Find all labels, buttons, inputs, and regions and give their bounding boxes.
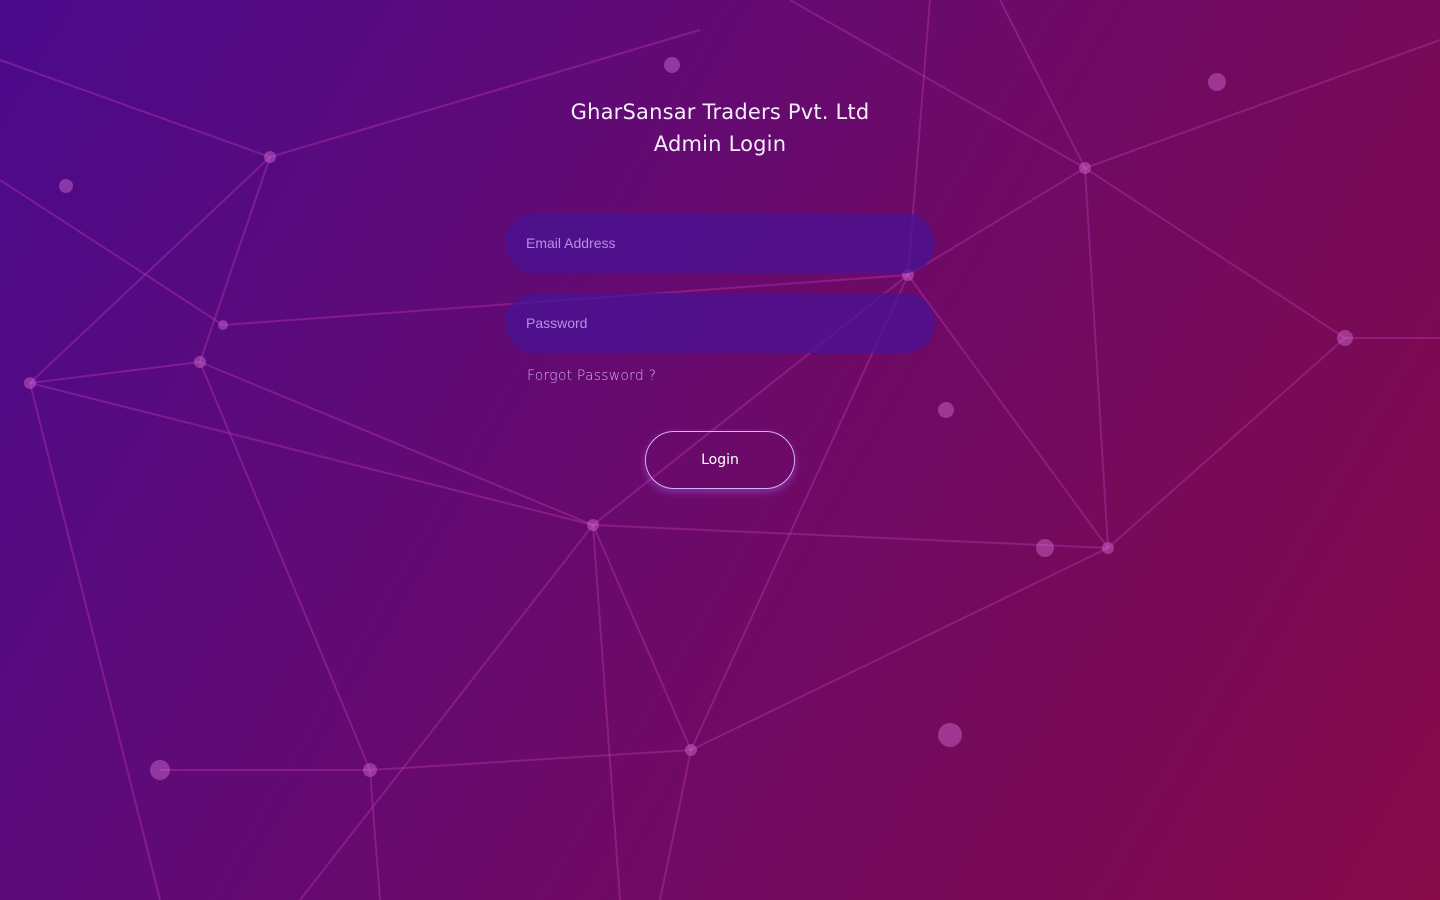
- company-name: GharSansar Traders Pvt. Ltd: [570, 100, 870, 124]
- email-field[interactable]: [505, 213, 935, 273]
- forgot-password-link[interactable]: Forgot Password ?: [527, 368, 656, 384]
- login-button[interactable]: Login: [645, 431, 795, 489]
- page-title: GharSansar Traders Pvt. Ltd Admin Login: [0, 96, 1440, 160]
- login-panel: GharSansar Traders Pvt. Ltd Admin Login …: [0, 0, 1440, 900]
- password-field[interactable]: [505, 293, 935, 353]
- login-heading: Admin Login: [653, 132, 787, 156]
